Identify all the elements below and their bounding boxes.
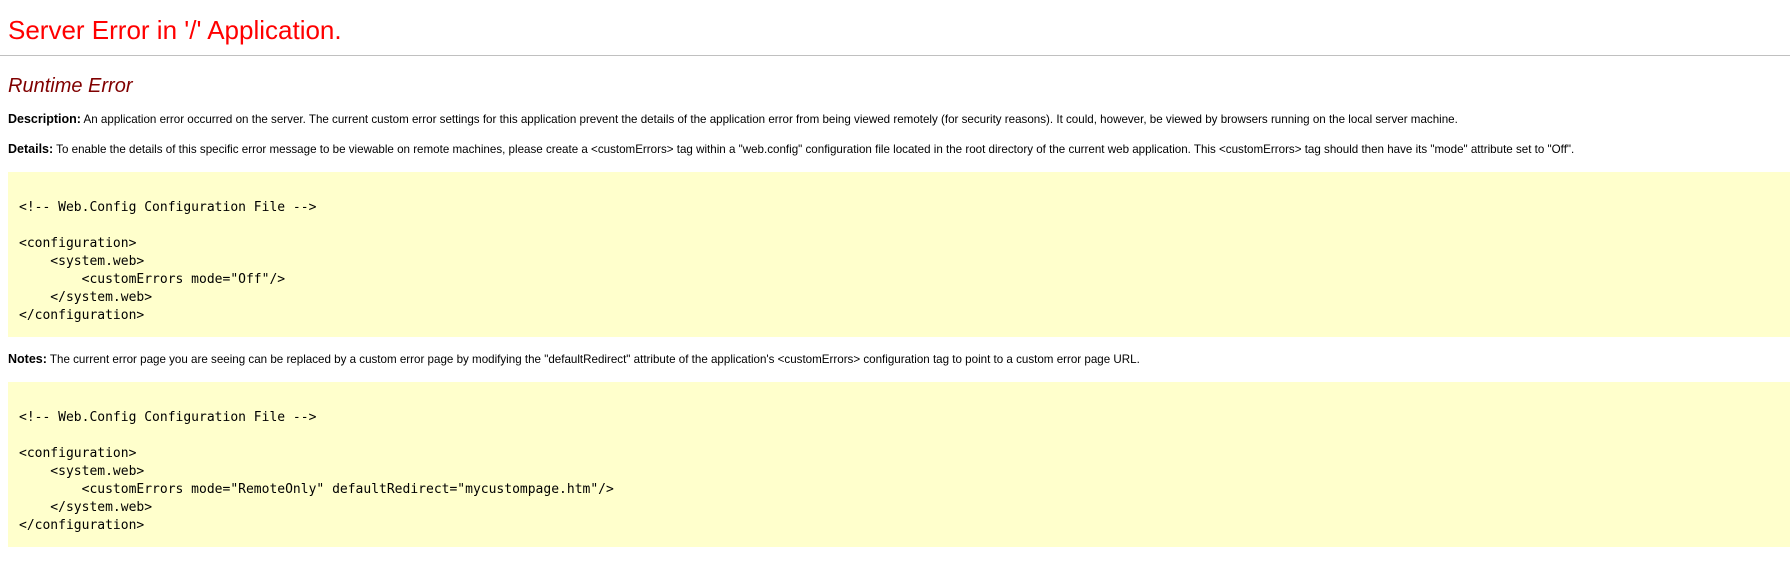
code-line: <customErrors mode="Off"/> xyxy=(19,272,286,287)
code-line: </configuration> xyxy=(19,518,145,533)
notes-paragraph: Notes: The current error page you are se… xyxy=(8,351,1140,368)
description-paragraph: Description: An application error occurr… xyxy=(8,111,1458,128)
config-code-block-remoteonly: <!-- Web.Config Configuration File --> <c… xyxy=(8,382,1790,547)
code-line: <system.web> xyxy=(19,464,145,479)
details-text: To enable the details of this specific e… xyxy=(53,143,1575,156)
notes-label: Notes: xyxy=(8,352,47,366)
code-line: <!-- Web.Config Configuration File --> xyxy=(19,410,317,425)
details-paragraph: Details: To enable the details of this s… xyxy=(8,141,1574,158)
code-line: <configuration> xyxy=(19,236,137,251)
config-code-lines: <!-- Web.Config Configuration File --> <c… xyxy=(19,409,614,535)
code-line: </configuration> xyxy=(19,308,145,323)
notes-text: The current error page you are seeing ca… xyxy=(46,353,1140,366)
code-line: </system.web> xyxy=(19,500,153,515)
code-line: <configuration> xyxy=(19,446,137,461)
code-line: </system.web> xyxy=(19,290,153,305)
description-text: An application error occurred on the ser… xyxy=(80,113,1458,126)
details-label: Details: xyxy=(8,142,54,156)
code-line: <!-- Web.Config Configuration File --> xyxy=(19,200,317,215)
title-divider xyxy=(0,55,1790,56)
code-line: <customErrors mode="RemoteOnly" defaultR… xyxy=(19,482,614,497)
error-heading: Runtime Error xyxy=(8,75,133,97)
page-title: Server Error in '/' Application. xyxy=(8,15,342,45)
code-line: <system.web> xyxy=(19,254,145,269)
config-code-block-off: <!-- Web.Config Configuration File --> <c… xyxy=(8,172,1790,337)
description-label: Description: xyxy=(8,112,81,126)
error-page: Server Error in '/' Application. Runtime… xyxy=(0,0,1790,566)
config-code-lines: <!-- Web.Config Configuration File --> <c… xyxy=(19,199,316,325)
